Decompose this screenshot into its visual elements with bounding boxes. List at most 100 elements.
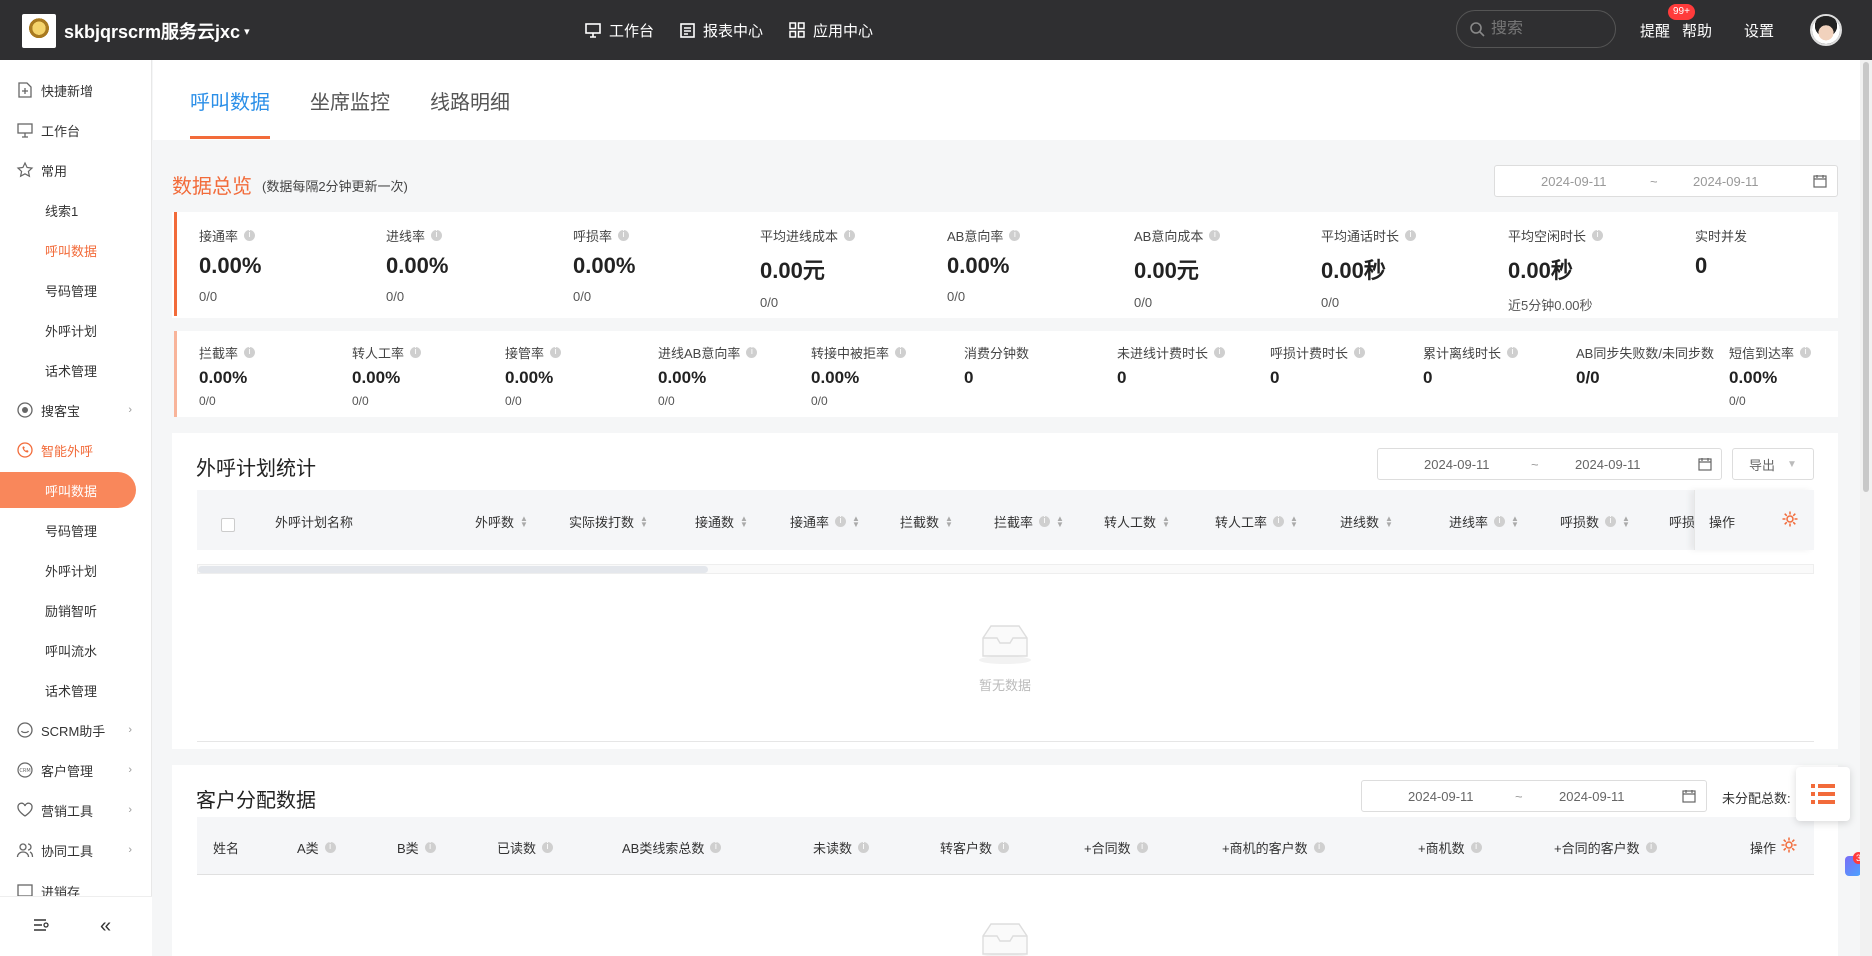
info-icon[interactable]: i: [746, 347, 758, 358]
column-header[interactable]: 拦截率 i ▲ ▼: [994, 512, 1064, 531]
info-icon[interactable]: i: [998, 842, 1010, 853]
column-header[interactable]: 进线数 ▲ ▼: [1340, 512, 1393, 531]
sidebar-item-customer-mgmt[interactable]: CRM 客户管理 ›: [0, 752, 152, 788]
sort-icon[interactable]: ▲ ▼: [945, 514, 953, 528]
info-icon[interactable]: i: [618, 230, 630, 241]
tab-line-detail[interactable]: 线路明细: [430, 86, 510, 115]
calendar-icon[interactable]: [1698, 457, 1712, 471]
sidebar-item-quick-add[interactable]: 快捷新增: [0, 72, 152, 108]
info-icon[interactable]: i: [895, 347, 907, 358]
column-header[interactable]: 拦截数 ▲ ▼: [900, 512, 953, 531]
info-icon[interactable]: i: [244, 230, 256, 241]
topnav-workbench[interactable]: 工作台: [585, 20, 654, 41]
info-icon[interactable]: i: [1354, 347, 1366, 358]
column-header[interactable]: 转人工数 ▲ ▼: [1104, 512, 1170, 531]
info-icon[interactable]: i: [324, 842, 336, 853]
date-end[interactable]: 2024-09-11: [1559, 789, 1625, 804]
info-icon[interactable]: i: [844, 230, 856, 241]
info-icon[interactable]: i: [550, 347, 562, 358]
info-icon[interactable]: i: [410, 347, 422, 358]
calendar-icon[interactable]: [1682, 789, 1696, 803]
sort-icon[interactable]: ▲ ▼: [1511, 514, 1519, 528]
info-icon[interactable]: i: [1592, 230, 1604, 241]
info-icon[interactable]: i: [1009, 230, 1021, 241]
sidebar-item-call-plan-fav[interactable]: 外呼计划: [0, 312, 152, 348]
sidebar-item-leads1[interactable]: 线索1: [0, 192, 152, 228]
info-icon[interactable]: i: [1214, 347, 1226, 358]
customer-date-range[interactable]: 2024-09-11 ~ 2024-09-11: [1361, 780, 1707, 812]
ai-assistant-button[interactable]: 3: [1845, 852, 1865, 876]
tab-seat-monitor[interactable]: 坐席监控: [310, 86, 390, 115]
page-scrollbar[interactable]: [1860, 60, 1872, 956]
tab-call-data[interactable]: 呼叫数据: [190, 86, 270, 115]
sort-icon[interactable]: ▲ ▼: [640, 514, 648, 528]
column-header[interactable]: 接通数 ▲ ▼: [695, 512, 748, 531]
user-avatar[interactable]: [1810, 14, 1842, 46]
sidebar-item-call-data[interactable]: 呼叫数据: [0, 472, 136, 508]
info-icon[interactable]: i: [1507, 347, 1519, 358]
date-start[interactable]: 2024-09-11: [1541, 174, 1607, 189]
info-icon[interactable]: i: [1605, 516, 1617, 527]
menu-settings-icon[interactable]: [32, 917, 50, 933]
select-all-checkbox[interactable]: [221, 518, 235, 532]
info-icon[interactable]: i: [1136, 842, 1148, 853]
info-icon[interactable]: i: [542, 842, 554, 853]
info-icon[interactable]: i: [1470, 842, 1482, 853]
remind-button[interactable]: 提醒 99+: [1640, 3, 1695, 41]
sidebar-item-call-flow[interactable]: 呼叫流水: [0, 632, 152, 668]
plan-stats-date-range[interactable]: 2024-09-11 ~ 2024-09-11: [1377, 448, 1722, 480]
plan-table-hscroll-thumb[interactable]: [198, 566, 708, 573]
info-icon[interactable]: i: [431, 230, 443, 241]
page-scrollbar-thumb[interactable]: [1863, 62, 1869, 492]
date-start[interactable]: 2024-09-11: [1424, 457, 1490, 472]
info-icon[interactable]: i: [244, 347, 256, 358]
info-icon[interactable]: i: [1273, 516, 1285, 527]
search-box[interactable]: [1456, 10, 1616, 48]
floating-list-button[interactable]: [1796, 767, 1850, 821]
info-icon[interactable]: i: [1039, 516, 1051, 527]
calendar-icon[interactable]: [1813, 174, 1827, 188]
sidebar-item-collab-tools[interactable]: 协同工具 ›: [0, 832, 152, 868]
sidebar-item-soukebao[interactable]: 搜客宝 ›: [0, 392, 152, 428]
overview-date-range[interactable]: 2024-09-11 ~ 2024-09-11: [1494, 165, 1838, 197]
sidebar-item-lixiao-listen[interactable]: 励销智听: [0, 592, 152, 628]
sidebar-item-scrm-assistant[interactable]: SCRM助手 ›: [0, 712, 152, 748]
sidebar-item-call-data-fav[interactable]: 呼叫数据: [0, 232, 152, 268]
plan-table-hscroll-track[interactable]: [197, 564, 1814, 574]
sort-icon[interactable]: ▲ ▼: [852, 514, 860, 528]
info-icon[interactable]: i: [1800, 347, 1812, 358]
info-icon[interactable]: i: [424, 842, 436, 853]
sidebar-item-inventory[interactable]: 进销存: [0, 872, 152, 896]
info-icon[interactable]: i: [710, 842, 722, 853]
sort-icon[interactable]: ▲ ▼: [520, 514, 528, 528]
brand-name[interactable]: skbjqrscrm服务云jxc: [64, 18, 240, 44]
info-icon[interactable]: i: [1645, 842, 1657, 853]
column-header[interactable]: 转人工率 i ▲ ▼: [1215, 512, 1298, 531]
info-icon[interactable]: i: [1494, 516, 1506, 527]
settings-button[interactable]: 设置: [1744, 20, 1774, 41]
gear-icon[interactable]: [1781, 510, 1799, 528]
sort-icon[interactable]: ▲ ▼: [1622, 514, 1630, 528]
sidebar-item-smart-outbound[interactable]: 智能外呼: [0, 432, 152, 468]
sidebar-item-number-mgmt[interactable]: 号码管理: [0, 512, 152, 548]
sidebar-item-script-mgmt[interactable]: 话术管理: [0, 672, 152, 708]
date-start[interactable]: 2024-09-11: [1408, 789, 1474, 804]
sort-icon[interactable]: ▲ ▼: [1385, 514, 1393, 528]
export-button[interactable]: 导出 ▼: [1732, 448, 1814, 480]
caret-down-icon[interactable]: ▾: [244, 25, 250, 38]
gear-icon[interactable]: [1780, 836, 1798, 854]
sort-icon[interactable]: ▲ ▼: [1290, 514, 1298, 528]
column-header[interactable]: 进线率 i ▲ ▼: [1449, 512, 1519, 531]
date-end[interactable]: 2024-09-11: [1575, 457, 1641, 472]
info-icon[interactable]: i: [1313, 842, 1325, 853]
info-icon[interactable]: i: [835, 516, 847, 527]
topnav-app-center[interactable]: 应用中心: [789, 20, 873, 41]
column-header[interactable]: 外呼数 ▲ ▼: [475, 512, 528, 531]
sidebar-item-workbench[interactable]: 工作台: [0, 112, 152, 148]
column-header[interactable]: 呼损数 i ▲ ▼: [1560, 512, 1630, 531]
collapse-sidebar-icon[interactable]: «: [100, 915, 111, 938]
column-header[interactable]: 实际拨打数 ▲ ▼: [569, 512, 648, 531]
info-icon[interactable]: i: [1405, 230, 1417, 241]
topnav-report-center[interactable]: 报表中心: [680, 20, 763, 41]
sidebar-item-call-plan[interactable]: 外呼计划: [0, 552, 152, 588]
